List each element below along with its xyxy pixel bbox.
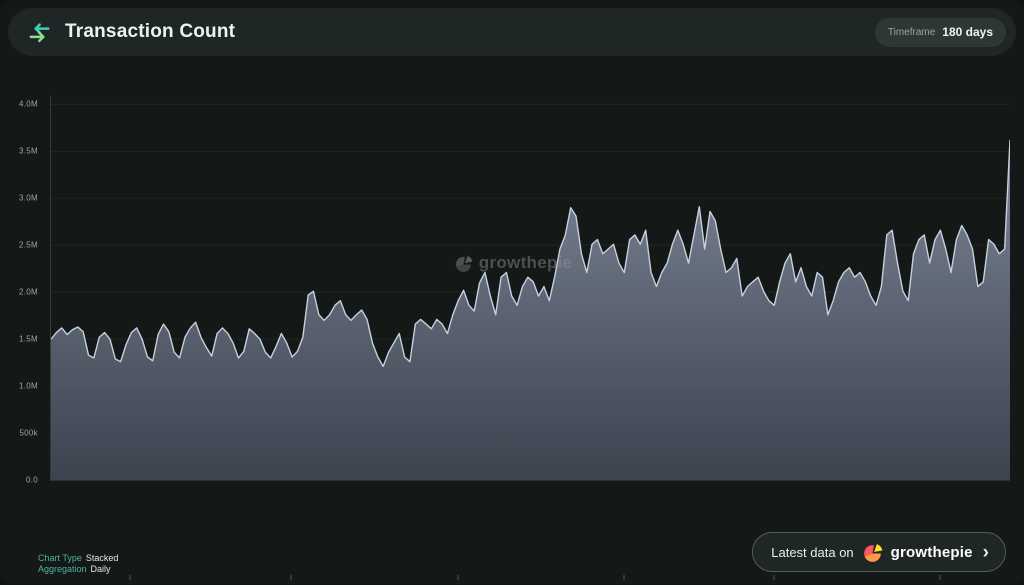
x-tick [774,575,775,580]
y-tick-label: 3.0M [19,194,38,203]
y-tick-label: 4.0M [19,100,38,109]
y-tick-label: 3.5M [19,147,38,156]
x-tick [457,575,458,580]
y-axis: 0.0500k1.0M1.5M2.0M2.5M3.0M3.5M4.0M [0,95,44,480]
y-tick-label: 2.0M [19,288,38,297]
chevron-right-icon: › [983,543,989,562]
aggregation-row: Aggregation Daily [38,564,118,575]
plot-area[interactable]: growthepie [50,95,1010,481]
x-tick [940,575,941,580]
x-tick [623,575,624,580]
cta-brand-text: growthepie [891,544,973,561]
aggregation-value: Daily [91,564,111,574]
transactions-icon [26,19,53,46]
timeframe-selector[interactable]: Timeframe 180 days [875,18,1006,47]
timeframe-value: 180 days [942,25,993,39]
chart-type-value: Stacked [86,553,119,563]
page-title: Transaction Count [65,21,235,43]
timeframe-label: Timeframe [888,27,935,38]
aggregation-label: Aggregation [38,564,87,574]
transaction-count-widget: Transaction Count Timeframe 180 days 0.0… [0,0,1024,585]
x-tick [291,575,292,580]
area-chart-svg [51,95,1010,480]
header-bar: Transaction Count Timeframe 180 days [8,8,1016,56]
y-tick-label: 1.5M [19,335,38,344]
y-tick-label: 1.0M [19,382,38,391]
chart-meta: Chart Type Stacked Aggregation Daily [38,553,118,575]
x-axis: Nov 2025Dec 20252026Feb 2026Mar 2026Apr … [50,575,1010,585]
y-tick-label: 500k [19,429,38,438]
cta-prefix-text: Latest data on [771,545,853,560]
chart: 0.0500k1.0M1.5M2.0M2.5M3.0M3.5M4.0M grow… [0,95,1024,480]
growthepie-logo-icon [862,541,883,564]
chart-type-label: Chart Type [38,553,82,563]
y-tick-label: 0.0 [26,476,38,485]
area-series [51,140,1010,480]
latest-data-button[interactable]: Latest data on growthepie › [752,532,1006,572]
chart-type-row: Chart Type Stacked [38,553,118,564]
x-tick [130,575,131,580]
y-tick-label: 2.5M [19,241,38,250]
